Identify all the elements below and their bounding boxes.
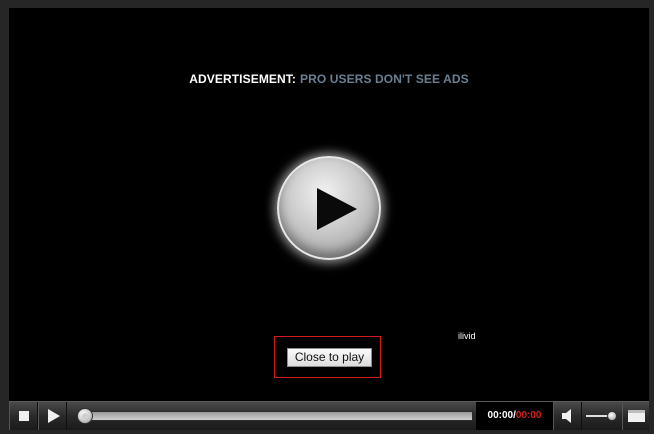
speaker-icon — [562, 409, 571, 423]
fullscreen-button[interactable] — [622, 402, 649, 430]
big-play-button[interactable] — [277, 156, 381, 260]
volume-handle[interactable] — [606, 411, 617, 421]
brand-label: ilivid — [458, 331, 476, 341]
play-icon — [317, 188, 357, 230]
player-frame: ADVERTISEMENT: PRO USERS DON'T SEE ADS il… — [0, 0, 654, 434]
play-icon — [48, 409, 60, 423]
advertisement-banner: ADVERTISEMENT: PRO USERS DON'T SEE ADS — [9, 72, 649, 86]
pro-users-link[interactable]: PRO USERS DON'T SEE ADS — [300, 72, 469, 86]
control-bar: 00:00/00:00 — [9, 401, 649, 430]
close-button-highlight: Close to play — [274, 336, 381, 378]
time-display: 00:00/00:00 — [476, 402, 553, 430]
stop-button[interactable] — [9, 402, 38, 430]
play-button[interactable] — [38, 402, 67, 430]
seek-track[interactable] — [81, 411, 473, 421]
volume-slider[interactable] — [582, 402, 622, 430]
seek-handle[interactable] — [77, 408, 93, 424]
seek-bar[interactable] — [73, 402, 473, 430]
close-to-play-button[interactable]: Close to play — [287, 348, 372, 367]
video-player: ADVERTISEMENT: PRO USERS DON'T SEE ADS il… — [9, 8, 649, 430]
fullscreen-icon — [628, 410, 645, 422]
duration-time: 00:00 — [515, 410, 542, 421]
stop-icon — [19, 411, 29, 421]
advertisement-label: ADVERTISEMENT: — [189, 72, 296, 86]
current-time: 00:00 — [487, 410, 514, 421]
video-area[interactable]: ADVERTISEMENT: PRO USERS DON'T SEE ADS il… — [9, 8, 649, 401]
volume-button[interactable] — [553, 402, 582, 430]
